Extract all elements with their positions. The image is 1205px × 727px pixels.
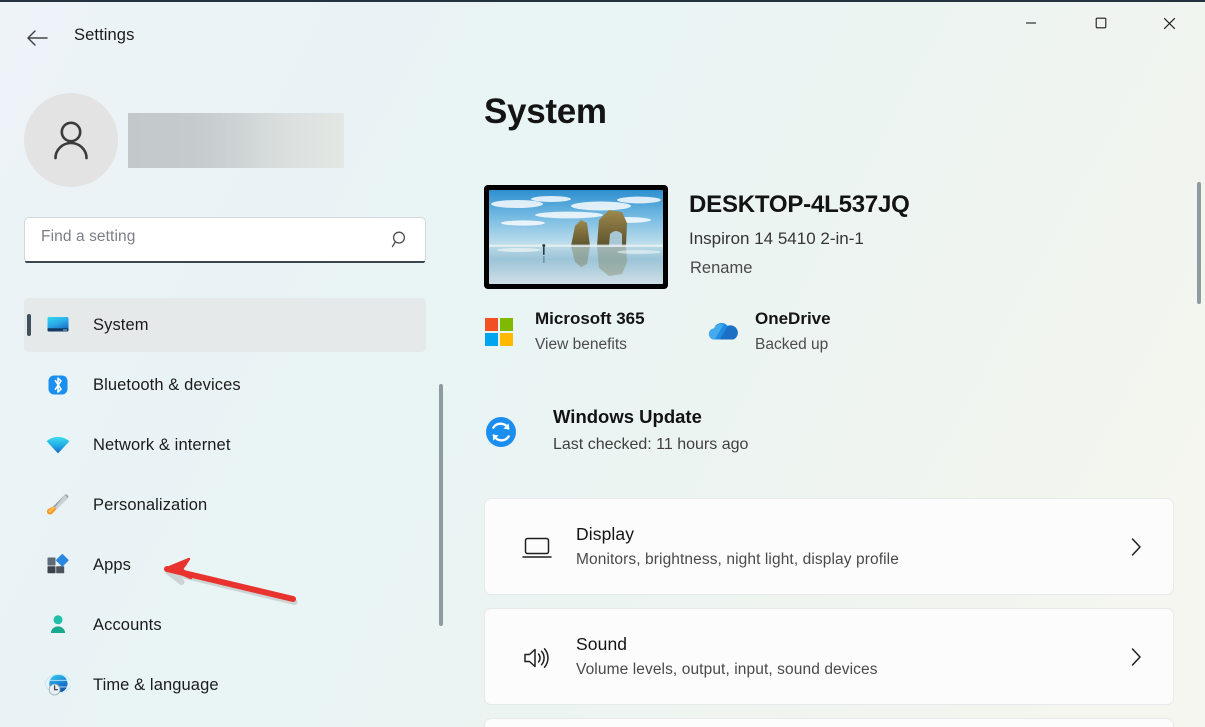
- service-title: Microsoft 365: [535, 309, 645, 328]
- search-field[interactable]: Find a setting: [24, 217, 426, 263]
- windows-update-title: Windows Update: [553, 406, 702, 427]
- sidebar-item-system[interactable]: System: [24, 298, 426, 352]
- sidebar-item-accounts[interactable]: Accounts: [24, 598, 426, 652]
- sidebar-item-label: Accounts: [93, 615, 162, 634]
- settings-card-sound[interactable]: Sound Volume levels, output, input, soun…: [484, 608, 1174, 705]
- display-monitor-icon: [521, 532, 553, 564]
- chevron-right-icon[interactable]: [1130, 537, 1143, 562]
- apps-blocks-icon: [44, 551, 72, 579]
- onedrive-cloud-icon: [704, 317, 738, 352]
- sidebar-item-apps[interactable]: Apps: [24, 538, 426, 592]
- content-scrollbar[interactable]: [1197, 182, 1201, 304]
- card-title: Display: [576, 524, 635, 544]
- monitor-icon: [44, 311, 72, 339]
- settings-card-partial[interactable]: [484, 718, 1174, 727]
- back-arrow-icon: [27, 30, 48, 46]
- wifi-icon: [44, 431, 72, 459]
- sidebar-item-label: Apps: [93, 555, 132, 574]
- card-subtitle: Monitors, brightness, night light, displ…: [576, 551, 899, 568]
- service-title: OneDrive: [755, 309, 831, 328]
- app-title: Settings: [74, 26, 135, 44]
- desktop-wallpaper-thumbnail: [484, 185, 668, 289]
- sidebar-item-bluetooth-devices[interactable]: Bluetooth & devices: [24, 358, 426, 412]
- sidebar-item-label: Bluetooth & devices: [93, 375, 241, 394]
- sidebar-item-network-internet[interactable]: Network & internet: [24, 418, 426, 472]
- maximize-icon: [1095, 17, 1106, 29]
- update-sync-icon: [484, 415, 518, 454]
- back-button[interactable]: [18, 20, 56, 56]
- card-subtitle: Volume levels, output, input, sound devi…: [576, 661, 878, 678]
- settings-window: Settings Find a setting System Bluetooth…: [0, 0, 1205, 727]
- sidebar-item-personalization[interactable]: Personalization: [24, 478, 426, 532]
- device-model: Inspiron 14 5410 2-in-1: [689, 229, 864, 248]
- maximize-button[interactable]: [1077, 2, 1124, 44]
- service-subtitle: Backed up: [755, 336, 829, 353]
- sidebar-nav: System Bluetooth & devices Network & int…: [0, 298, 452, 718]
- account-name-redacted: [128, 113, 344, 168]
- person-icon: [44, 611, 72, 639]
- close-icon: [1163, 17, 1176, 29]
- search-underline: [25, 261, 425, 263]
- sidebar-item-label: Network & internet: [93, 435, 231, 454]
- person-avatar-icon: [54, 121, 88, 160]
- settings-card-display[interactable]: Display Monitors, brightness, night ligh…: [484, 498, 1174, 595]
- sidebar: Find a setting System Bluetooth & device…: [0, 74, 452, 727]
- page-title: System: [484, 92, 607, 131]
- minimize-button[interactable]: [1007, 2, 1054, 44]
- microsoft-logo-icon: [484, 317, 514, 352]
- selection-accent-bar: [27, 314, 31, 336]
- bluetooth-icon: [44, 371, 72, 399]
- sidebar-item-label: Time & language: [93, 675, 219, 694]
- sidebar-item-label: System: [93, 315, 149, 334]
- service-subtitle[interactable]: View benefits: [535, 336, 627, 354]
- search-input-placeholder[interactable]: Find a setting: [41, 228, 135, 246]
- settings-card-list: Display Monitors, brightness, night ligh…: [484, 498, 1174, 727]
- main-content: System DESKTOP-4L537JQ Inspiron 14 5410 …: [452, 74, 1205, 727]
- speaker-icon: [521, 642, 553, 674]
- windows-update-subtitle: Last checked: 11 hours ago: [553, 436, 749, 453]
- avatar[interactable]: [24, 93, 118, 187]
- sidebar-scrollbar[interactable]: [439, 384, 443, 626]
- card-title: Sound: [576, 634, 628, 654]
- minimize-icon: [1025, 22, 1036, 24]
- close-button[interactable]: [1146, 2, 1193, 44]
- sidebar-item-label: Personalization: [93, 495, 208, 514]
- globe-clock-icon: [44, 671, 72, 699]
- search-icon[interactable]: [391, 230, 410, 254]
- sidebar-item-time-language[interactable]: Time & language: [24, 658, 426, 712]
- title-bar: Settings: [0, 2, 1205, 74]
- rename-button[interactable]: Rename: [690, 259, 752, 278]
- chevron-right-icon[interactable]: [1130, 647, 1143, 672]
- device-name: DESKTOP-4L537JQ: [689, 191, 910, 218]
- paintbrush-icon: [44, 491, 72, 519]
